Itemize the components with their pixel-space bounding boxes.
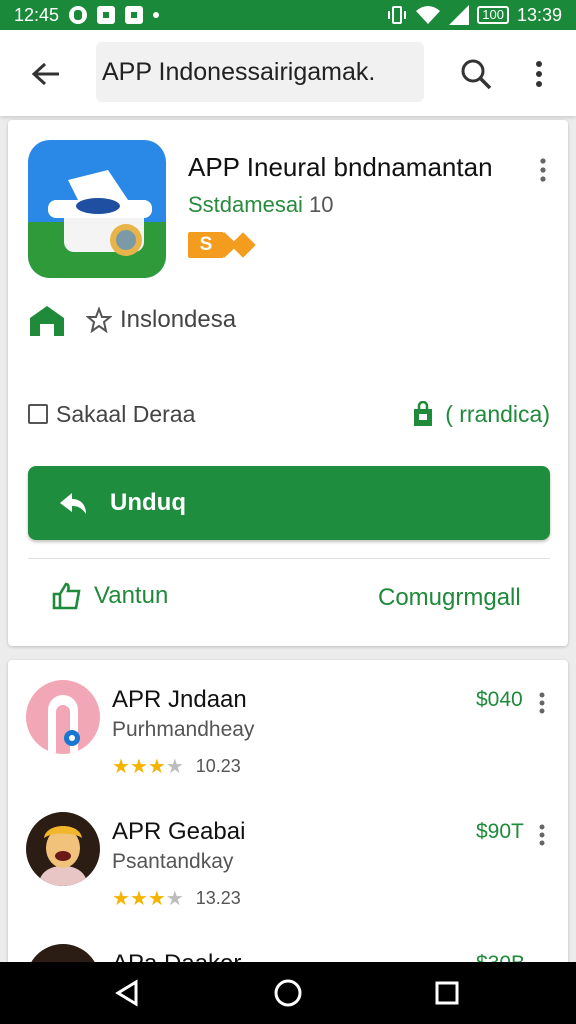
system-nav-bar — [0, 962, 576, 1024]
status-left-text: 12:45 — [14, 4, 60, 25]
action-left-label: Vantun — [94, 582, 169, 609]
overflow-menu-button[interactable] — [522, 52, 556, 96]
wifi-icon — [416, 6, 441, 24]
more-vert-icon — [539, 692, 545, 714]
star-filled-icon: ★ — [129, 756, 148, 778]
divider — [28, 558, 550, 559]
more-vert-icon — [540, 158, 546, 182]
app-title: APP Ineural bndnamantan — [188, 152, 493, 182]
star-filled-icon: ★ — [147, 756, 166, 778]
back-button[interactable] — [26, 54, 66, 94]
developer-name: Sstdamesai — [188, 192, 303, 217]
status-time: 13:39 — [516, 4, 562, 25]
notification-icon — [97, 6, 116, 24]
search-query: APP Indonessairigamak. — [102, 57, 376, 86]
install-label: Unduq — [110, 489, 186, 516]
search-field[interactable]: APP Indonessairigamak. — [96, 42, 424, 102]
info-right-link[interactable]: ( rrandica) — [411, 401, 550, 428]
star-filled-icon: ★ — [129, 888, 148, 910]
app-more-button[interactable] — [530, 150, 556, 190]
arrow-left-icon — [31, 62, 59, 86]
search-icon — [461, 59, 492, 90]
checkbox[interactable] — [28, 404, 48, 424]
notification-icon — [125, 6, 144, 24]
star-rating: ★ ★ ★ ★ 13.23 — [112, 886, 241, 911]
star-empty-icon: ★ — [165, 756, 184, 778]
info-row: Sakaal Deraa ( rrandica) — [28, 396, 550, 432]
star-outline-icon[interactable] — [86, 307, 112, 333]
nav-recents-button[interactable] — [430, 976, 464, 1010]
list-item-price: $90T — [476, 820, 524, 843]
list-item-more-button[interactable] — [534, 822, 550, 848]
install-button[interactable]: Unduq — [28, 466, 550, 540]
notification-icon — [69, 6, 88, 24]
square-recents-icon — [435, 981, 459, 1005]
notification-dot-icon — [153, 12, 160, 18]
list-item-more-button[interactable] — [534, 690, 550, 716]
app-thumbnail-icon — [26, 680, 100, 754]
app-detail-card: APP Ineural bndnamantan Sstdamesai 10 S I… — [8, 120, 568, 646]
app-avatar — [26, 812, 100, 886]
star-empty-icon: ★ — [165, 888, 184, 910]
related-apps-card: APR Jndaan Purhmandheay ★ ★ ★ ★ 10.23 $0… — [8, 660, 568, 980]
wishlist-button[interactable]: Vantun — [52, 582, 168, 610]
rating-row: Inslondesa — [28, 302, 548, 338]
home-icon — [30, 306, 64, 336]
content-badge: S — [188, 232, 256, 258]
thumb-up-icon — [52, 582, 81, 610]
app-logo-icon — [28, 140, 166, 278]
list-item-subtitle: Purhmandheay — [112, 718, 255, 741]
app-avatar — [26, 680, 100, 754]
list-item[interactable]: APR Jndaan Purhmandheay ★ ★ ★ ★ 10.23 $0… — [8, 660, 568, 780]
top-app-bar: APP Indonessairigamak. — [0, 30, 576, 116]
signal-icon — [449, 5, 470, 25]
rating-label: Inslondesa — [120, 306, 237, 333]
info-right-label: ( rrandica) — [445, 400, 550, 427]
status-bar: 12:45 100 13:39 — [0, 0, 576, 30]
badge-label: S — [188, 232, 224, 258]
app-developer[interactable]: Sstdamesai 10 — [188, 192, 333, 218]
triangle-back-icon — [115, 979, 138, 1007]
list-item-title: APR Geabai — [112, 818, 246, 845]
circle-home-icon — [274, 979, 302, 1007]
list-item-title: APR Jndaan — [112, 686, 247, 713]
info-left-label: Sakaal Deraa — [56, 400, 196, 427]
app-thumbnail-icon — [26, 812, 100, 886]
list-item-subtitle: Psantandkay — [112, 850, 234, 873]
more-vert-icon — [539, 824, 545, 846]
more-vert-icon — [536, 61, 542, 87]
nav-back-button[interactable] — [110, 976, 144, 1010]
developer-number: 10 — [308, 192, 334, 217]
list-item-rating: 13.23 — [195, 888, 241, 908]
star-filled-icon: ★ — [112, 888, 130, 910]
star-filled-icon: ★ — [147, 888, 166, 910]
search-button[interactable] — [454, 52, 498, 96]
list-item-rating: 10.23 — [195, 756, 241, 776]
action-right-button[interactable]: Comugrmgall — [378, 584, 521, 612]
app-icon[interactable] — [28, 140, 166, 278]
share-arrow-icon — [60, 493, 86, 514]
star-rating: ★ ★ ★ ★ 10.23 — [112, 754, 241, 779]
battery-icon: 100 — [477, 6, 509, 24]
list-item[interactable]: APR Geabai Psantandkay ★ ★ ★ ★ 13.23 $90… — [8, 792, 568, 912]
vibrate-icon — [388, 6, 407, 24]
nav-home-button[interactable] — [271, 976, 305, 1010]
list-item-price: $040 — [476, 688, 523, 711]
star-filled-icon: ★ — [112, 756, 130, 778]
shopping-bag-icon — [414, 401, 433, 426]
